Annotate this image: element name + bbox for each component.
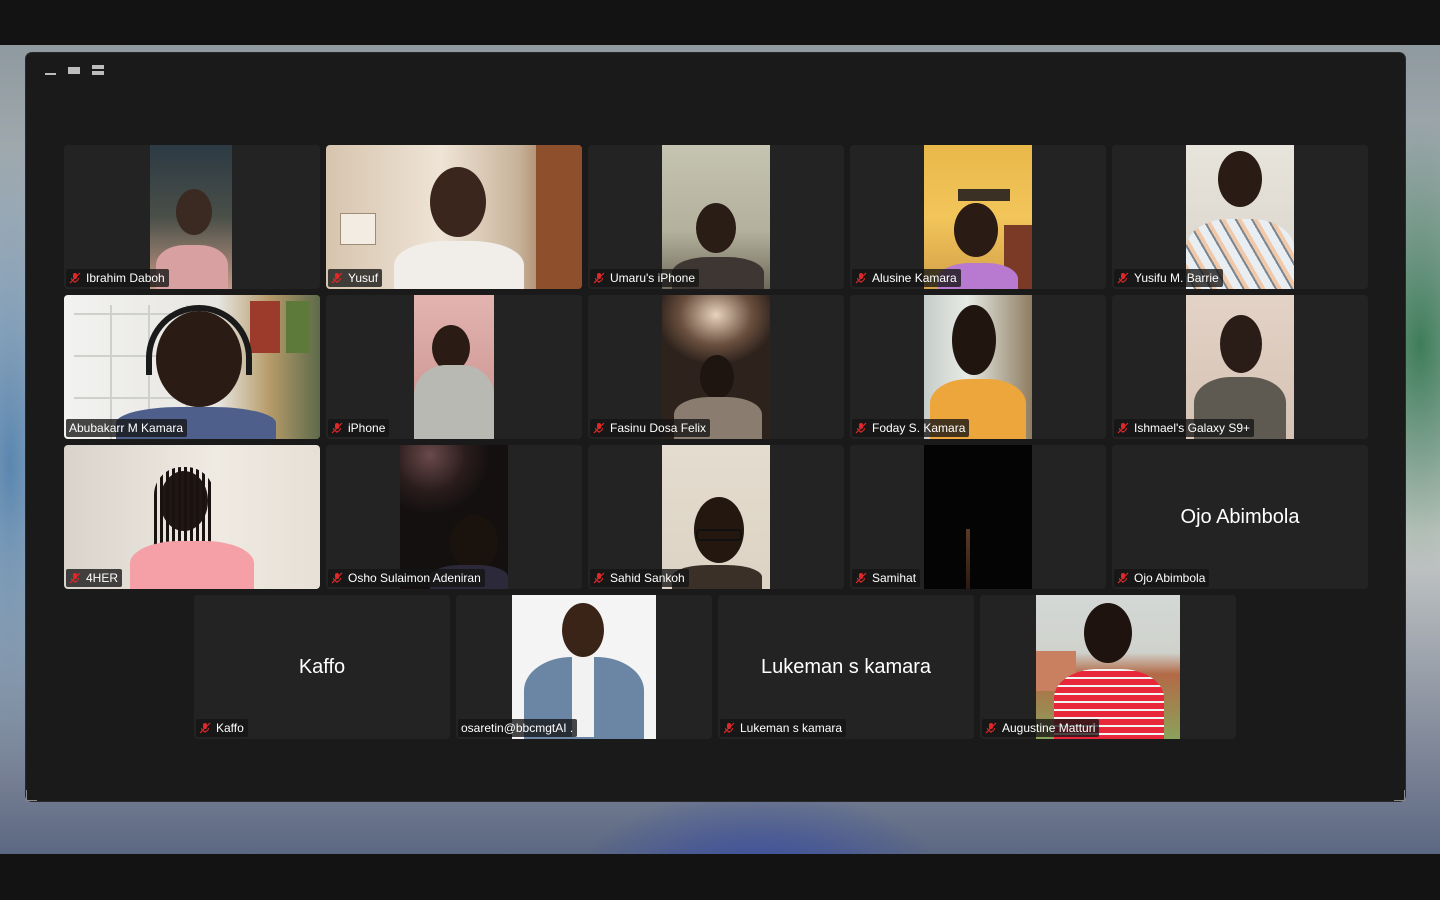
resize-handle-bottom-left[interactable] <box>26 790 37 801</box>
participant-tile[interactable]: osaretin@bbcmgtAI . <box>456 595 712 739</box>
view-controls <box>42 63 128 77</box>
participant-tile[interactable]: Augustine Matturi <box>980 595 1236 739</box>
name-label: Yusifu M. Barrie <box>1114 269 1223 287</box>
participant-tile-no-video[interactable]: Kaffo Kaffo <box>194 595 450 739</box>
name-label: Samihat <box>852 569 921 587</box>
participant-tile-no-video[interactable]: Ojo Abimbola Ojo Abimbola <box>1112 445 1368 589</box>
participant-video <box>662 145 770 289</box>
display-name: Ojo Abimbola <box>1180 505 1300 528</box>
participant-video <box>924 295 1032 439</box>
strip-view-icon[interactable] <box>90 63 106 77</box>
participant-tile[interactable]: Ishmael's Galaxy S9+ <box>1112 295 1368 439</box>
participant-tile[interactable]: Ibrahim Daboh <box>64 145 320 289</box>
muted-mic-icon <box>1117 272 1129 284</box>
name-label: Fasinu Dosa Felix <box>590 419 711 437</box>
participant-video <box>64 445 320 589</box>
name-label: Lukeman s kamara <box>720 719 847 737</box>
name-label: Osho Sulaimon Adeniran <box>328 569 485 587</box>
participant-tile[interactable]: iPhone <box>326 295 582 439</box>
name-label: Ishmael's Galaxy S9+ <box>1114 419 1255 437</box>
participant-video <box>924 445 1032 589</box>
muted-mic-icon <box>985 722 997 734</box>
participant-tile-active-speaker[interactable]: Abubakarr M Kamara <box>64 295 320 439</box>
participant-tile[interactable]: Umaru's iPhone <box>588 145 844 289</box>
display-name: Lukeman s kamara <box>760 655 932 678</box>
name-label: Foday S. Kamara <box>852 419 970 437</box>
participant-video <box>1186 145 1294 289</box>
name-label: Umaru's iPhone <box>590 269 699 287</box>
participant-tile[interactable]: Samihat <box>850 445 1106 589</box>
participant-video <box>326 145 582 289</box>
muted-mic-icon <box>855 272 867 284</box>
participant-video <box>662 295 770 439</box>
participant-video <box>64 295 320 439</box>
muted-mic-icon <box>855 422 867 434</box>
participant-tile[interactable]: Fasinu Dosa Felix <box>588 295 844 439</box>
speaker-view-icon[interactable] <box>66 63 82 77</box>
name-label: Ibrahim Daboh <box>66 269 169 287</box>
name-label: Ojo Abimbola <box>1114 569 1210 587</box>
muted-mic-icon <box>331 572 343 584</box>
muted-mic-icon <box>1117 572 1129 584</box>
participant-video <box>662 445 770 589</box>
participant-video <box>1036 595 1180 739</box>
name-label: Yusuf <box>328 269 383 287</box>
participant-video <box>924 145 1032 289</box>
bottom-bar <box>0 854 1440 900</box>
participant-tile[interactable]: Yusuf <box>326 145 582 289</box>
muted-mic-icon <box>723 722 735 734</box>
participant-tile[interactable]: Osho Sulaimon Adeniran <box>326 445 582 589</box>
minimize-icon[interactable] <box>42 63 58 77</box>
muted-mic-icon <box>1117 422 1129 434</box>
participant-video <box>1186 295 1294 439</box>
muted-mic-icon <box>199 722 211 734</box>
muted-mic-icon <box>69 572 81 584</box>
participant-tile[interactable]: Sahid Sankoh <box>588 445 844 589</box>
top-bar <box>0 0 1440 45</box>
participant-tile[interactable]: 4HER <box>64 445 320 589</box>
muted-mic-icon <box>593 422 605 434</box>
zoom-gallery-window: Ibrahim Daboh Yusuf Umaru's iPhone Alusi… <box>26 53 1405 801</box>
muted-mic-icon <box>331 422 343 434</box>
gallery-view-icon[interactable] <box>114 63 128 77</box>
participant-tile[interactable]: Foday S. Kamara <box>850 295 1106 439</box>
participant-video <box>400 445 508 589</box>
muted-mic-icon <box>69 272 81 284</box>
name-label: Kaffo <box>196 719 248 737</box>
name-label: Augustine Matturi <box>982 719 1100 737</box>
name-label: iPhone <box>328 419 390 437</box>
muted-mic-icon <box>593 272 605 284</box>
participant-video <box>414 295 494 439</box>
participant-tile[interactable]: Alusine Kamara <box>850 145 1106 289</box>
muted-mic-icon <box>855 572 867 584</box>
display-name: Kaffo <box>298 655 346 678</box>
muted-mic-icon <box>593 572 605 584</box>
name-label: Sahid Sankoh <box>590 569 689 587</box>
name-label: 4HER <box>66 569 123 587</box>
muted-mic-icon <box>331 272 343 284</box>
participant-tile[interactable]: Yusifu M. Barrie <box>1112 145 1368 289</box>
participant-video <box>150 145 232 289</box>
name-label: Abubakarr M Kamara <box>66 419 188 437</box>
participant-tile-no-video[interactable]: Lukeman s kamara Lukeman s kamara <box>718 595 974 739</box>
participant-video <box>512 595 656 739</box>
resize-handle-bottom-right[interactable] <box>1394 790 1405 801</box>
name-label: osaretin@bbcmgtAI . <box>458 719 578 737</box>
name-label: Alusine Kamara <box>852 269 961 287</box>
